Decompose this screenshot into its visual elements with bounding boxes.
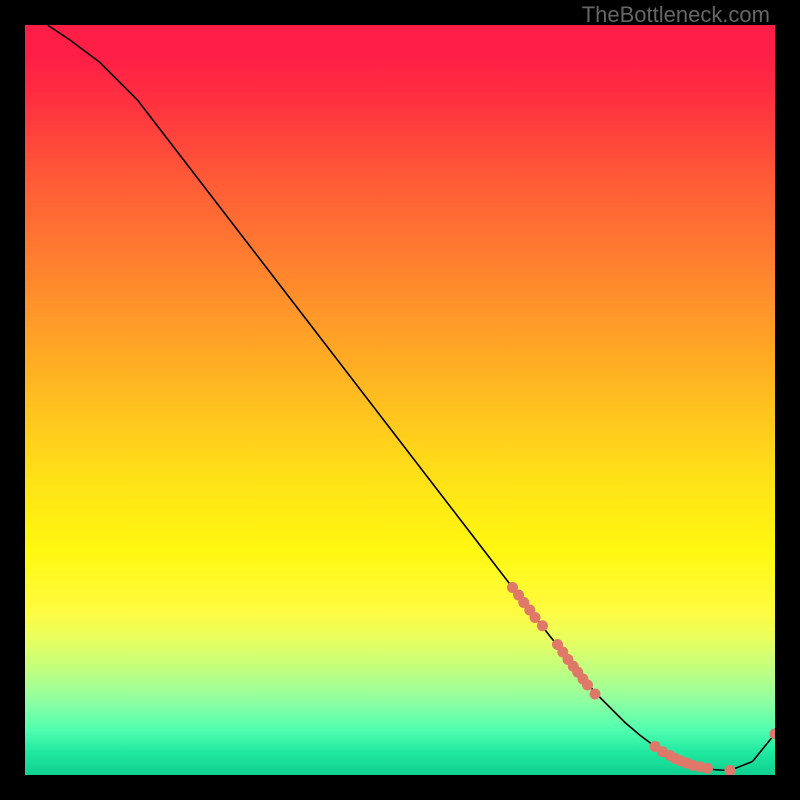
- chart-svg: [25, 25, 775, 775]
- data-point: [590, 689, 601, 700]
- watermark-text: TheBottleneck.com: [582, 2, 770, 28]
- data-point: [725, 765, 736, 775]
- plot-area: [25, 25, 775, 775]
- data-point: [582, 680, 593, 691]
- data-markers: [507, 582, 775, 775]
- data-point: [537, 620, 548, 631]
- data-point: [702, 763, 713, 774]
- bottleneck-curve: [48, 25, 776, 771]
- data-point: [770, 728, 776, 739]
- data-point: [530, 612, 541, 623]
